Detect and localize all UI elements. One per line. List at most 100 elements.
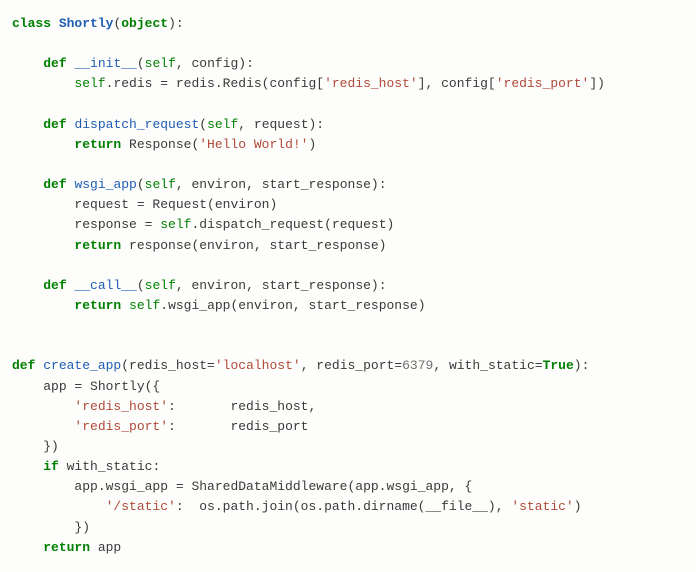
string: 'redis_host' [324, 76, 418, 91]
keyword-return: return [74, 137, 121, 152]
keyword-return: return [43, 540, 90, 555]
self: self [145, 56, 176, 71]
indent [12, 379, 43, 394]
text: .wsgi_app(environ, start_response) [160, 298, 425, 313]
text: response = [74, 217, 160, 232]
text: ) [308, 137, 316, 152]
code-line: return Response('Hello World!') [12, 137, 316, 152]
code-line: '/static': os.path.join(os.path.dirname(… [12, 499, 582, 514]
string: 'redis_port' [74, 419, 168, 434]
text: response(environ, start_response) [121, 238, 386, 253]
text: .dispatch_request(request) [191, 217, 394, 232]
text: with_static: [59, 459, 160, 474]
string: '/static' [106, 499, 176, 514]
class-name: Shortly [59, 16, 114, 31]
string: 'localhost' [215, 358, 301, 373]
text [121, 298, 129, 313]
string: 'Hello World!' [199, 137, 308, 152]
code-line: app = Shortly({ [12, 379, 160, 394]
text: : os.path.join(os.path.dirname(__file__)… [176, 499, 511, 514]
code-line: return response(environ, start_response) [12, 238, 386, 253]
text: .redis = redis.Redis(config[ [106, 76, 324, 91]
text: request = Request(environ) [74, 197, 277, 212]
params: , environ, start_response): [176, 177, 387, 192]
bool: True [543, 358, 574, 373]
code-line: return app [12, 540, 121, 555]
text: }) [43, 439, 59, 454]
indent [12, 177, 43, 192]
code-line: def wsgi_app(self, environ, start_respon… [12, 177, 387, 192]
punct: ( [137, 278, 145, 293]
code-line: def create_app(redis_host='localhost', r… [12, 358, 589, 373]
func-name: wsgi_app [74, 177, 136, 192]
text: app.wsgi_app = SharedDataMiddleware(app.… [74, 479, 472, 494]
code-line: class Shortly(object): [12, 16, 184, 31]
params: , request): [238, 117, 324, 132]
self: self [145, 177, 176, 192]
code-line: request = Request(environ) [12, 197, 277, 212]
indent [12, 540, 43, 555]
indent [12, 499, 106, 514]
keyword-class: class [12, 16, 51, 31]
indent [12, 137, 74, 152]
text: Response( [121, 137, 199, 152]
indent [12, 439, 43, 454]
self: self [160, 217, 191, 232]
indent [12, 117, 43, 132]
code-line: def __call__(self, environ, start_respon… [12, 278, 387, 293]
code-line: 'redis_host': redis_host, [12, 399, 316, 414]
indent [12, 459, 43, 474]
indent [12, 197, 74, 212]
indent [12, 399, 74, 414]
text: redis_host= [129, 358, 215, 373]
indent [12, 278, 43, 293]
keyword-def: def [43, 117, 66, 132]
text: : redis_port [168, 419, 308, 434]
func-name: dispatch_request [74, 117, 199, 132]
string: 'static' [511, 499, 573, 514]
indent [12, 56, 43, 71]
text: ], config[ [418, 76, 496, 91]
text: ): [574, 358, 590, 373]
keyword-def: def [43, 56, 66, 71]
indent [12, 479, 74, 494]
keyword-return: return [74, 298, 121, 313]
text: }) [74, 520, 90, 535]
text: , redis_port= [301, 358, 402, 373]
punct: ( [137, 56, 145, 71]
indent [12, 419, 74, 434]
self: self [129, 298, 160, 313]
keyword-return: return [74, 238, 121, 253]
text: , with_static= [433, 358, 542, 373]
number: 6379 [402, 358, 433, 373]
self: self [145, 278, 176, 293]
self: self [207, 117, 238, 132]
text: : redis_host, [168, 399, 316, 414]
code-line: def __init__(self, config): [12, 56, 254, 71]
code-line: }) [12, 439, 59, 454]
code-line: app.wsgi_app = SharedDataMiddleware(app.… [12, 479, 472, 494]
code-block: class Shortly(object): def __init__(self… [0, 0, 696, 572]
indent [12, 217, 74, 232]
code-line: response = self.dispatch_request(request… [12, 217, 394, 232]
code-line: self.redis = redis.Redis(config['redis_h… [12, 76, 605, 91]
keyword-if: if [43, 459, 59, 474]
indent [12, 238, 74, 253]
func-name: __call__ [74, 278, 136, 293]
func-name: create_app [43, 358, 121, 373]
keyword-def: def [43, 278, 66, 293]
code-line: if with_static: [12, 459, 160, 474]
keyword-def: def [12, 358, 35, 373]
string: 'redis_host' [74, 399, 168, 414]
params: , config): [176, 56, 254, 71]
keyword-def: def [43, 177, 66, 192]
text: ]) [589, 76, 605, 91]
text: app [90, 540, 121, 555]
code-line: def dispatch_request(self, request): [12, 117, 324, 132]
indent [12, 76, 74, 91]
string: 'redis_port' [496, 76, 590, 91]
builtin-object: object [121, 16, 168, 31]
code-line: 'redis_port': redis_port [12, 419, 308, 434]
indent [12, 298, 74, 313]
text: ) [574, 499, 582, 514]
